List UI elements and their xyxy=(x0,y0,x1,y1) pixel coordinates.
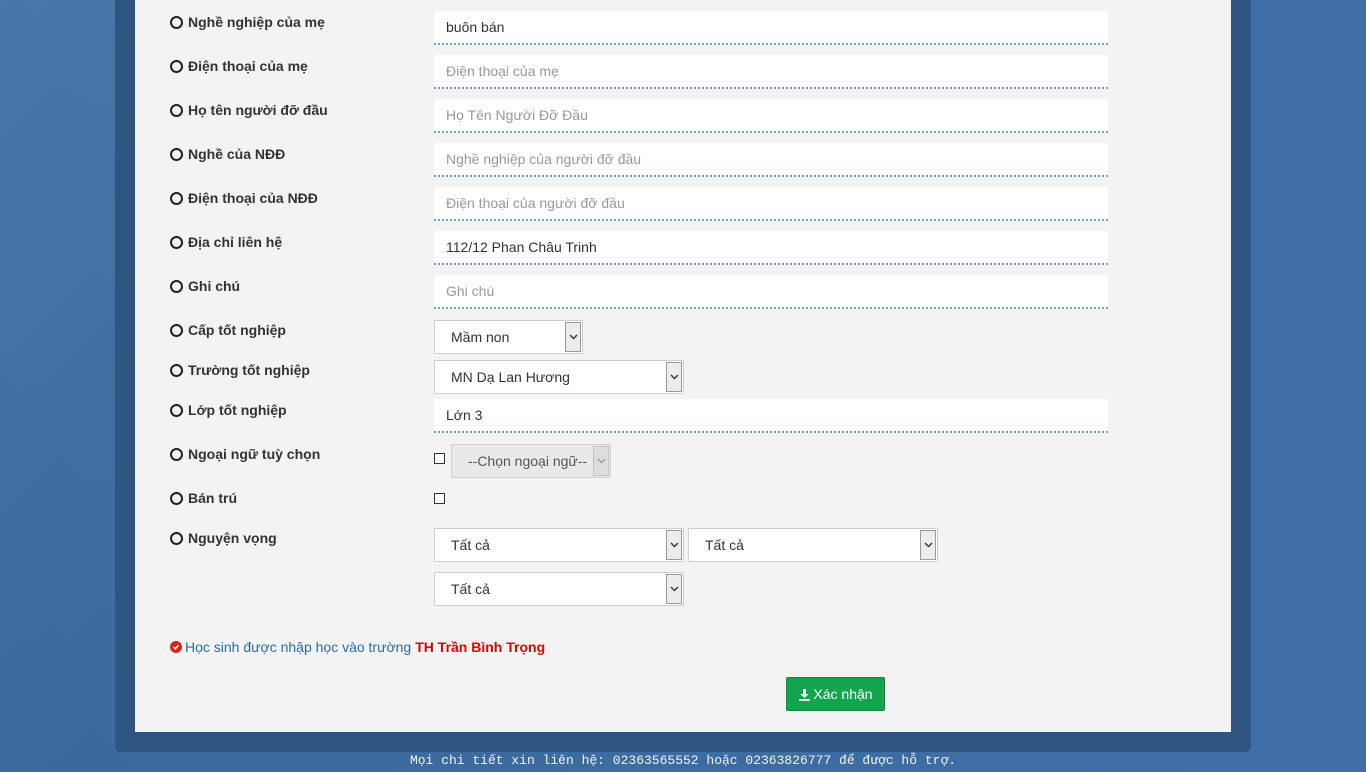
dien-thoai-me-input[interactable] xyxy=(434,55,1108,89)
circle-icon xyxy=(170,323,183,337)
label-text: Bán trú xyxy=(188,490,237,506)
ngoai-ngu-select[interactable]: --Chọn ngoại ngữ-- xyxy=(451,444,611,478)
circle-icon xyxy=(170,235,183,249)
ngoai-ngu-checkbox[interactable] xyxy=(434,453,445,464)
circle-icon xyxy=(170,491,183,505)
circle-icon xyxy=(170,279,183,293)
label-text: Trường tốt nghiệp xyxy=(188,362,310,378)
confirm-button[interactable]: Xác nhận xyxy=(786,677,885,711)
select-value: MN Dạ Lan Hương xyxy=(451,369,570,385)
label-ghi-chu: Ghi chú xyxy=(170,276,240,296)
dien-thoai-ndd-input[interactable] xyxy=(434,187,1108,221)
label-text: Lớp tốt nghiệp xyxy=(188,402,287,418)
label-text: Nghề nghiệp của mẹ xyxy=(188,14,325,30)
nguyen-vong-select-2[interactable]: Tất cả xyxy=(688,528,938,562)
label-lop-tot-nghiep: Lớp tốt nghiệp xyxy=(170,400,287,420)
confirm-button-label: Xác nhận xyxy=(813,686,873,702)
circle-icon xyxy=(170,531,183,545)
label-nghe-nghiep-me: Nghề nghiệp của mẹ xyxy=(170,12,325,32)
school-name: TH Trần Bình Trọng xyxy=(415,639,546,655)
label-text: Nghề của NĐĐ xyxy=(188,146,286,162)
ghi-chu-input[interactable] xyxy=(434,275,1108,309)
admission-notice: Học sinh được nhập học vào trường TH Trầ… xyxy=(170,637,545,657)
label-text: Họ tên người đỡ đầu xyxy=(188,102,328,118)
select-value: Tất cả xyxy=(451,581,490,597)
ho-ten-ndd-input[interactable] xyxy=(434,99,1108,133)
label-dien-thoai-ndd: Điện thoại của NĐĐ xyxy=(170,188,318,208)
label-dia-chi: Địa chỉ liên hệ xyxy=(170,232,282,252)
label-nghe-ndd: Nghề của NĐĐ xyxy=(170,144,285,164)
select-value: Tất cả xyxy=(705,537,744,553)
label-dien-thoai-me: Điện thoại của mẹ xyxy=(170,56,308,76)
label-text: Nguyện vọng xyxy=(188,530,277,546)
chevron-down-icon xyxy=(920,530,936,560)
chevron-down-icon xyxy=(666,574,682,604)
chevron-down-icon xyxy=(565,322,581,352)
label-text: Điện thoại của NĐĐ xyxy=(188,190,318,206)
label-ho-ten-ndd: Họ tên người đỡ đầu xyxy=(170,100,328,120)
dia-chi-input[interactable] xyxy=(434,231,1108,265)
label-ban-tru: Bán trú xyxy=(170,488,237,508)
select-value: Tất cả xyxy=(451,537,490,553)
notice-text: Học sinh được nhập học vào trường xyxy=(185,639,412,655)
check-circle-icon xyxy=(170,641,182,653)
label-text: Cấp tốt nghiệp xyxy=(188,322,286,338)
download-icon xyxy=(799,688,811,701)
circle-icon xyxy=(170,191,183,205)
label-text: Điện thoại của mẹ xyxy=(188,58,308,74)
label-text: Ngoại ngữ tuỳ chọn xyxy=(188,446,321,462)
circle-icon xyxy=(170,15,183,29)
label-text: Ghi chú xyxy=(188,278,241,294)
circle-icon xyxy=(170,103,183,117)
circle-icon xyxy=(170,447,183,461)
cap-tot-nghiep-select[interactable]: Mầm non xyxy=(434,320,583,354)
ban-tru-checkbox[interactable] xyxy=(434,493,445,504)
chevron-down-icon xyxy=(666,530,682,560)
nghe-ndd-input[interactable] xyxy=(434,143,1108,177)
chevron-down-icon xyxy=(593,446,609,476)
select-value: Mầm non xyxy=(451,329,510,345)
label-nguyen-vong: Nguyện vọng xyxy=(170,528,277,548)
truong-tot-nghiep-select[interactable]: MN Dạ Lan Hương xyxy=(434,360,684,394)
footer-contact: Mọi chi tiết xin liên hệ: 02363565552 ho… xyxy=(409,753,957,768)
label-text: Địa chỉ liên hệ xyxy=(188,234,283,250)
label-cap-tot-nghiep: Cấp tốt nghiệp xyxy=(170,320,286,340)
lop-tot-nghiep-input[interactable] xyxy=(434,399,1108,433)
circle-icon xyxy=(170,363,183,377)
nguyen-vong-select-3[interactable]: Tất cả xyxy=(434,572,684,606)
circle-icon xyxy=(170,147,183,161)
select-value: --Chọn ngoại ngữ-- xyxy=(468,453,588,469)
nghe-nghiep-me-input[interactable] xyxy=(434,11,1108,45)
chevron-down-icon xyxy=(666,362,682,392)
circle-icon xyxy=(170,403,183,417)
label-truong-tot-nghiep: Trường tốt nghiệp xyxy=(170,360,310,380)
circle-icon xyxy=(170,59,183,73)
nguyen-vong-select-1[interactable]: Tất cả xyxy=(434,528,684,562)
label-ngoai-ngu: Ngoại ngữ tuỳ chọn xyxy=(170,444,320,464)
